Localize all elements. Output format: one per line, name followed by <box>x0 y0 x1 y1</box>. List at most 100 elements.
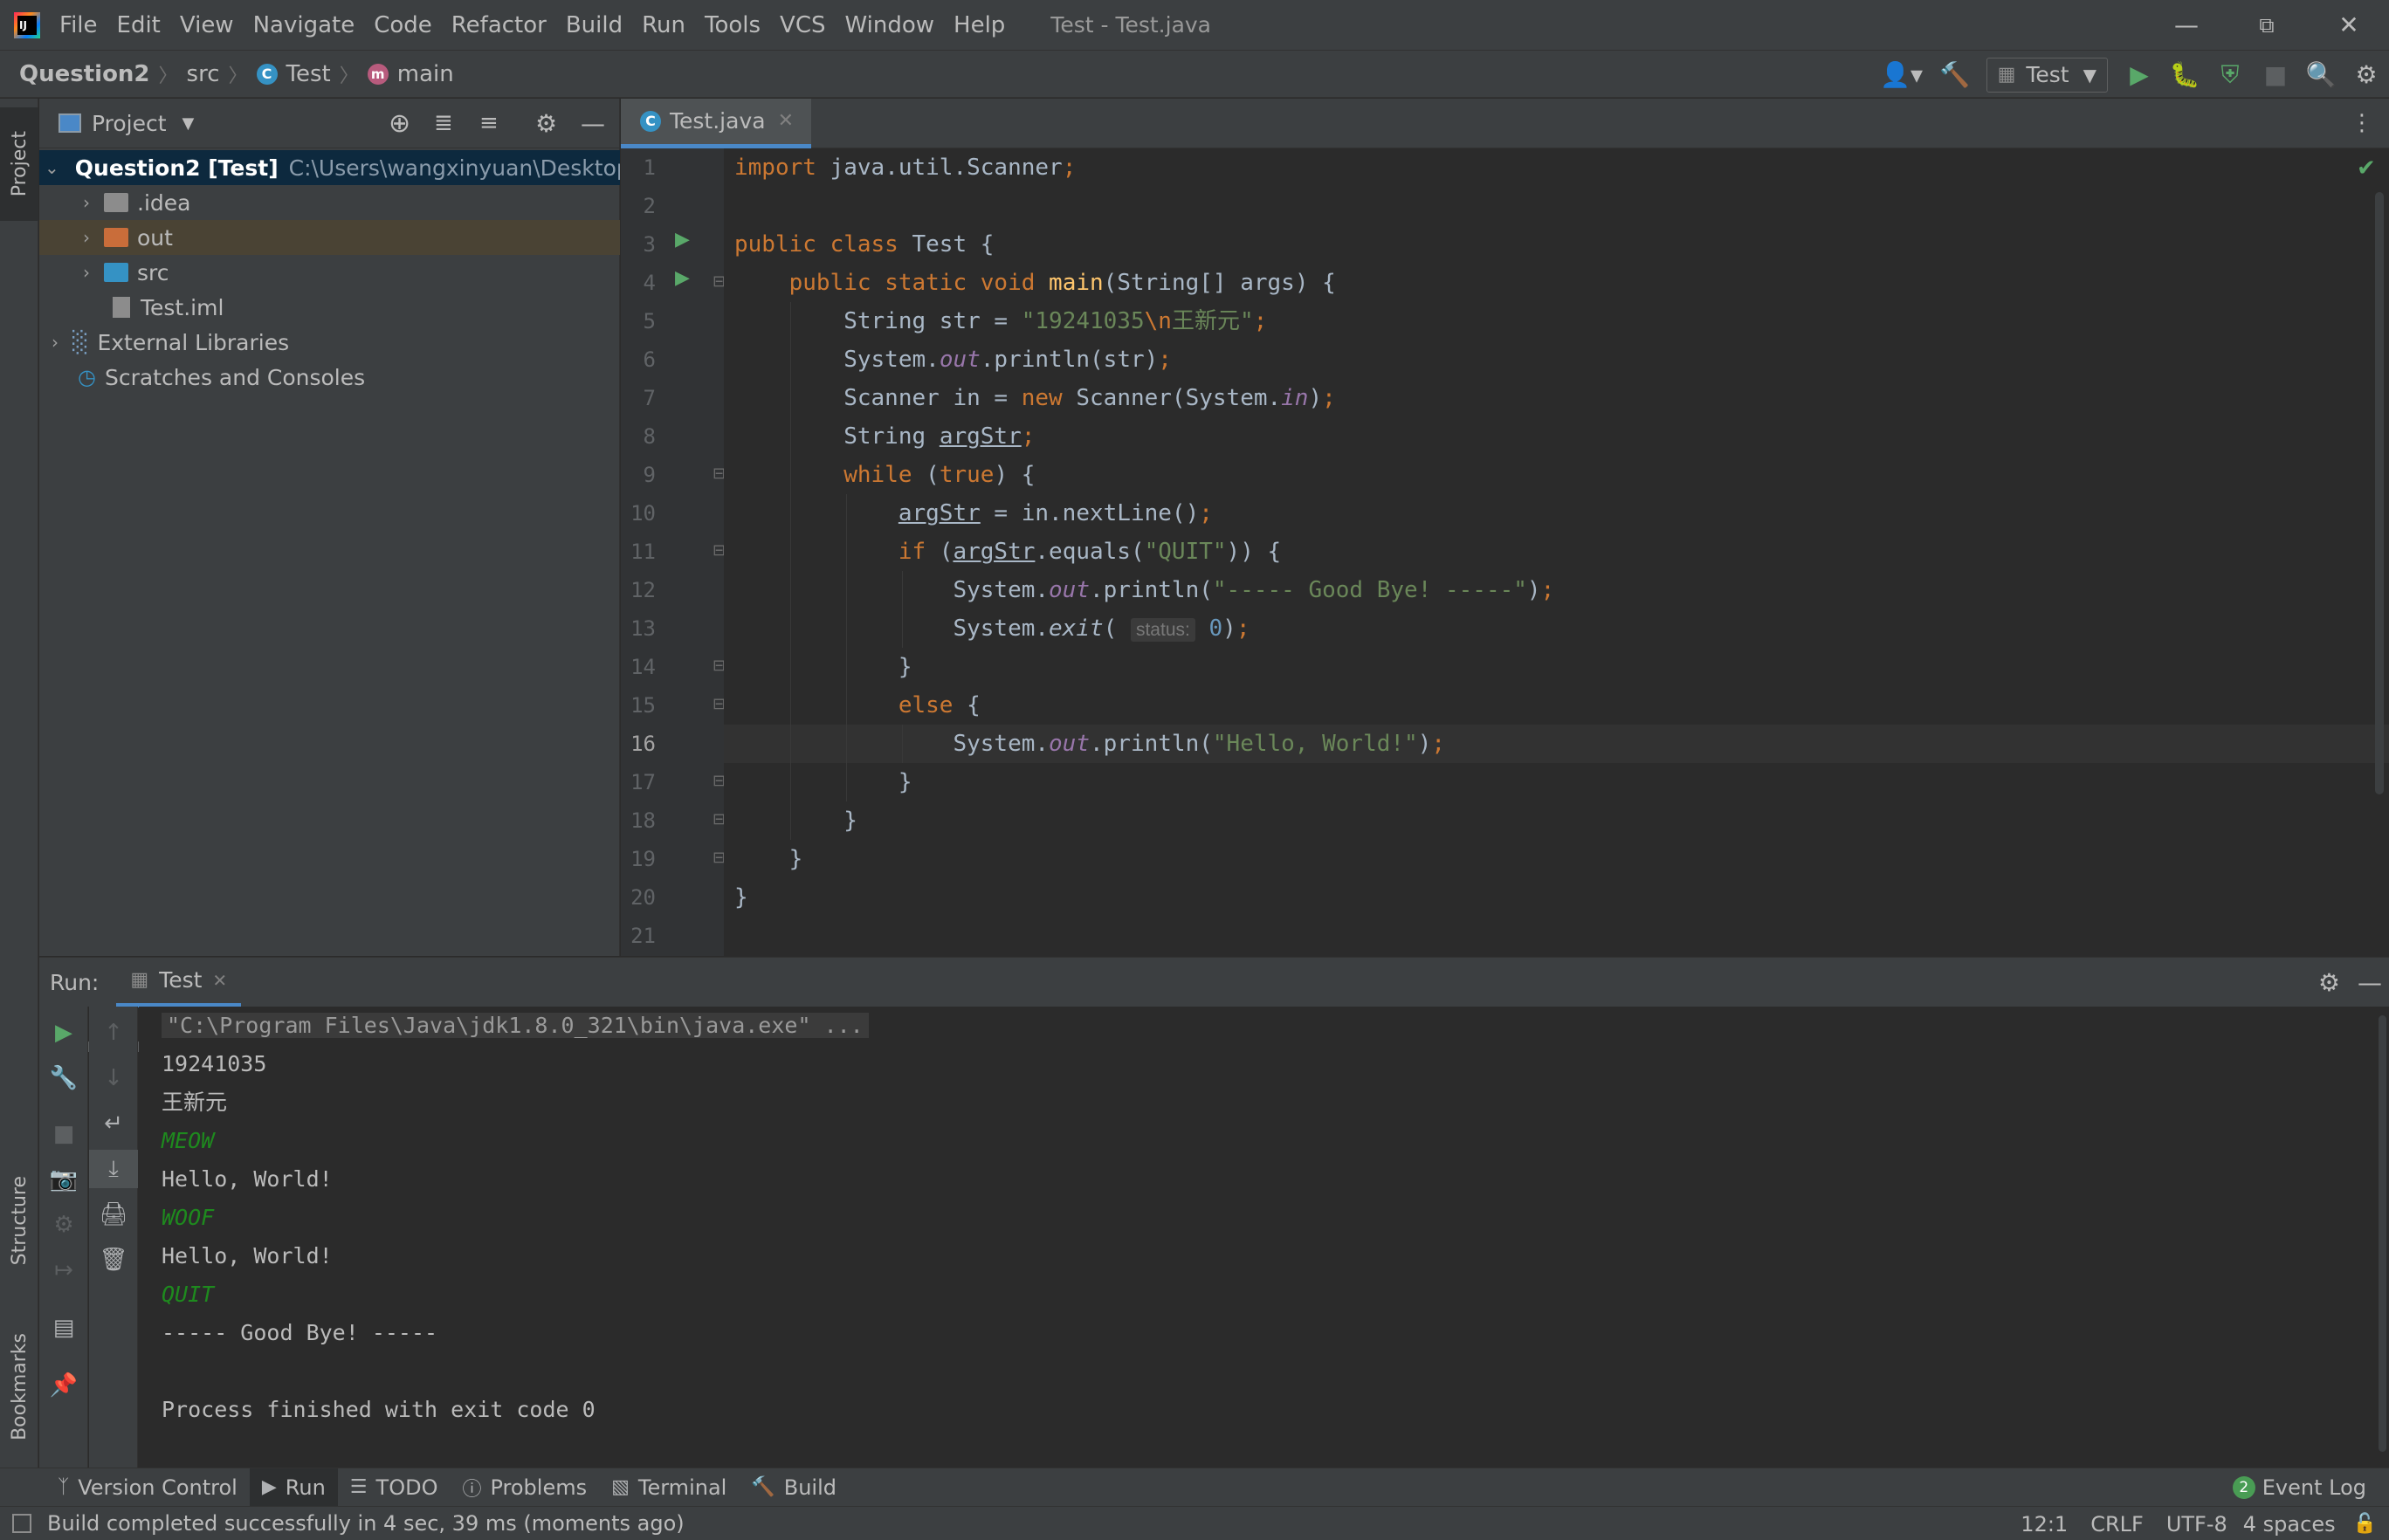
breadcrumb-folder[interactable]: src <box>187 61 220 87</box>
menu-build[interactable]: Build <box>566 12 623 38</box>
code-editor[interactable]: import java.util.Scanner; public class T… <box>724 148 2389 956</box>
menu-code[interactable]: Code <box>374 12 432 38</box>
caret-position[interactable]: 12:1 <box>2021 1512 2068 1537</box>
project-panel-title[interactable]: Project <box>92 111 167 136</box>
tab-run-test[interactable]: ▦ Test ✕ <box>116 958 242 1007</box>
chevron-down-icon[interactable]: ⌄ <box>45 157 59 178</box>
minimize-icon[interactable]: — <box>2146 0 2227 50</box>
tool-todo[interactable]: ☰ TODO <box>338 1468 451 1507</box>
stop-icon[interactable]: ■ <box>39 1115 88 1153</box>
tool-version-control[interactable]: ᛉ Version Control <box>45 1468 250 1507</box>
close-icon[interactable]: ✕ <box>778 110 794 132</box>
menu-navigate[interactable]: Navigate <box>253 12 355 38</box>
layout-icon[interactable]: ▤ <box>39 1309 88 1347</box>
gear-icon[interactable]: ⚙ <box>2344 51 2389 99</box>
tree-item-out[interactable]: › out <box>39 220 620 255</box>
tool-build[interactable]: 🔨 Build <box>739 1468 849 1507</box>
login-icon[interactable]: ↦ <box>39 1251 88 1289</box>
tree-item-scratches[interactable]: ◷ Scratches and Consoles <box>39 360 620 395</box>
structure-tool-tab[interactable]: Structure <box>0 1155 38 1286</box>
scroll-to-end-icon[interactable]: ⤓ <box>89 1150 138 1188</box>
pin-icon[interactable]: 📌 <box>39 1366 88 1405</box>
menu-run[interactable]: Run <box>642 12 685 38</box>
editor-vertical-scrollbar[interactable] <box>2375 192 2384 794</box>
menu-window[interactable]: Window <box>845 12 935 38</box>
bookmarks-tool-tab[interactable]: Bookmarks <box>0 1312 38 1461</box>
menu-tools[interactable]: Tools <box>705 12 761 38</box>
chevron-right-icon[interactable]: › <box>76 262 97 283</box>
breadcrumb-method[interactable]: main <box>397 61 454 87</box>
run-gutter-icon[interactable]: ▶ <box>675 229 690 251</box>
user-icon[interactable]: 👤▾ <box>1871 51 1932 99</box>
camera-icon[interactable]: 📷 <box>39 1160 88 1199</box>
collapse-all-icon[interactable]: ≡ <box>479 110 499 136</box>
project-tool-tab[interactable]: Project <box>0 107 38 221</box>
chevron-down-icon[interactable]: ▼ <box>182 114 195 133</box>
console-output[interactable]: "C:\Program Files\Java\jdk1.8.0_321\bin\… <box>139 1007 2376 1468</box>
chevron-right-icon[interactable]: › <box>76 192 97 213</box>
tool-terminal[interactable]: ▧ Terminal <box>599 1468 739 1507</box>
source-folder-icon <box>104 263 128 282</box>
menu-file[interactable]: File <box>59 12 98 38</box>
tool-event-log[interactable]: 2 Event Log <box>2220 1468 2379 1507</box>
tree-item-idea[interactable]: › .idea <box>39 185 620 220</box>
menu-refactor[interactable]: Refactor <box>451 12 547 38</box>
debug-icon[interactable]: 🐛 <box>2162 51 2207 99</box>
soft-wrap-icon[interactable]: ↵ <box>89 1104 138 1143</box>
indent-setting[interactable]: 4 spaces <box>2243 1512 2336 1537</box>
run-config-selector[interactable]: ▦ Test ▼ <box>1986 57 2108 93</box>
code-line: while (true) { <box>843 462 1036 488</box>
breadcrumb-class[interactable]: Test <box>286 61 331 87</box>
print-icon[interactable]: 🖨 <box>89 1195 138 1234</box>
more-icon[interactable]: ⋮ <box>2351 110 2373 136</box>
restore-icon[interactable]: ⧉ <box>2227 0 2307 50</box>
build-hammer-icon[interactable]: 🔨 <box>1932 51 1978 99</box>
menu-vcs[interactable]: VCS <box>780 12 825 38</box>
wrench-icon[interactable]: 🔧 <box>39 1059 88 1097</box>
line-separator[interactable]: CRLF <box>2090 1512 2144 1537</box>
close-icon[interactable]: ✕ <box>2309 0 2389 50</box>
locate-icon[interactable]: ⊕ <box>389 108 410 139</box>
tree-item-project-root[interactable]: ⌄ Question2 [Test] C:\Users\wangxinyuan\… <box>39 150 620 185</box>
toggle-tool-windows-icon[interactable] <box>12 1514 31 1533</box>
status-message[interactable]: Build completed successfully in 4 sec, 3… <box>47 1511 685 1536</box>
run-icon[interactable]: ▶ <box>2117 51 2162 99</box>
tool-run[interactable]: ▶ Run <box>249 1468 338 1507</box>
stop-icon[interactable]: ■ <box>2253 51 2298 99</box>
unlock-icon[interactable]: 🔓 <box>2353 1513 2377 1535</box>
trash-icon[interactable]: 🗑 <box>89 1241 138 1279</box>
run-gutter-icon[interactable]: ▶ <box>675 267 690 289</box>
left-tool-stripe: Project Structure Bookmarks <box>0 99 38 1468</box>
tab-test-java[interactable]: C Test.java ✕ <box>621 98 811 148</box>
chevron-right-icon: 〉 <box>228 65 248 87</box>
line-number: 13 <box>630 616 656 641</box>
hide-icon[interactable]: — <box>581 109 605 138</box>
search-icon[interactable]: 🔍 <box>2298 51 2344 99</box>
tree-item-test-iml[interactable]: Test.iml <box>39 290 620 325</box>
settings-debug-icon[interactable]: ⚙ <box>39 1206 88 1244</box>
inspection-ok-icon[interactable]: ✔ <box>2357 155 2376 182</box>
arrow-up-icon[interactable]: ↑ <box>89 1014 138 1052</box>
menu-edit[interactable]: Edit <box>117 12 161 38</box>
gear-icon[interactable]: ⚙ <box>535 109 557 138</box>
class-icon: C <box>256 63 278 85</box>
gear-icon[interactable]: ⚙ <box>2318 968 2340 997</box>
tool-problems[interactable]: ⓘ Problems <box>450 1468 599 1507</box>
close-icon[interactable]: ✕ <box>212 970 227 991</box>
breadcrumb-project[interactable]: Question2 <box>19 61 150 87</box>
menu-view[interactable]: View <box>180 12 234 38</box>
arrow-down-icon[interactable]: ↓ <box>89 1059 138 1097</box>
terminal-icon: ▧ <box>611 1476 630 1498</box>
chevron-down-icon: ▼ <box>2083 64 2096 86</box>
chevron-right-icon[interactable]: › <box>45 332 65 353</box>
file-encoding[interactable]: UTF-8 <box>2166 1512 2227 1537</box>
console-scrollbar[interactable] <box>2379 1015 2386 1452</box>
rerun-icon[interactable]: ▶ <box>39 1014 88 1052</box>
chevron-right-icon[interactable]: › <box>76 227 97 248</box>
tree-item-src[interactable]: › src <box>39 255 620 290</box>
expand-all-icon[interactable]: ≣ <box>434 110 453 136</box>
tree-item-external-libraries[interactable]: › ░ External Libraries <box>39 325 620 360</box>
menu-help[interactable]: Help <box>954 12 1005 38</box>
coverage-icon[interactable]: ⛨ <box>2207 51 2253 99</box>
hide-icon[interactable]: — <box>2358 968 2382 997</box>
